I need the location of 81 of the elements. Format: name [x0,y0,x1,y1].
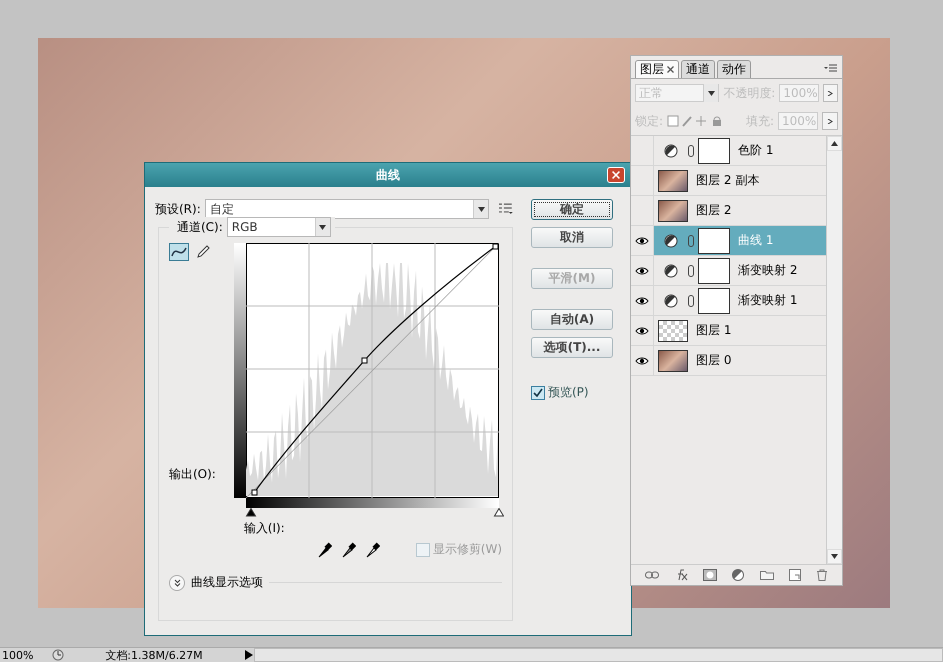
caret-icon [831,554,838,559]
photo-thumbnail [658,170,688,192]
link-icon [688,234,694,246]
close-icon [667,66,674,73]
preview-checkbox[interactable]: 预览(P) [531,384,613,401]
folder-icon[interactable] [760,570,774,580]
output-label: 输出(O): [169,466,217,483]
layer-name: 渐变映射 1 [738,292,798,309]
visibility-toggle[interactable] [631,226,654,255]
status-icon[interactable] [52,649,64,661]
caret-icon [826,119,834,124]
layer-name: 图层 1 [696,322,732,339]
dialog-button[interactable]: 确定 [531,199,613,220]
chevron-icon [174,578,180,586]
mask-thumbnail [698,288,730,314]
dialog-title: 曲线 [376,166,400,184]
channel-label: 通道(C): [177,218,223,236]
fill-button[interactable] [822,112,838,130]
dialog-button[interactable]: 选项(T)... [531,337,613,358]
trash-icon[interactable] [816,569,828,581]
close-icon [612,171,620,179]
curve-tool-button[interactable] [169,243,189,261]
scroll-down-button[interactable] [827,549,842,564]
adjustment-icon [664,144,678,158]
mask-icon[interactable] [703,569,718,581]
layer-name: 色阶 1 [738,142,774,159]
eye-icon [635,296,649,304]
display-options-label: 曲线显示选项 [191,574,263,591]
caret-icon [708,90,715,96]
photo-thumbnail [658,350,688,372]
document-size: 文档:1.38M/6.27M [105,648,203,662]
link-icon [688,144,694,156]
layer-name: 图层 2 副本 [696,172,760,189]
input-label: 输入(I): [244,521,285,535]
layer-name: 渐变映射 2 [738,262,798,279]
layer-row[interactable]: 图层 1 [631,316,826,346]
mask-thumbnail [698,228,730,254]
eye-icon [635,326,649,334]
mask-thumbnail [698,258,730,284]
panel-tab[interactable]: 图层 [635,60,679,78]
mask-thumbnail [698,138,730,164]
adjustment-icon [664,234,678,248]
expand-button[interactable] [169,574,185,590]
eyedropper-icon[interactable] [318,542,332,558]
eyedropper-icon[interactable] [342,542,356,558]
caret-icon [826,91,834,96]
new-layer-icon[interactable] [789,569,802,581]
layer-name: 曲线 1 [738,232,774,249]
channel-dropdown[interactable]: RGB [226,217,331,237]
layer-row[interactable]: 图层 0 [631,346,826,376]
caret-icon [478,206,485,212]
panel-tab[interactable]: 动作 [717,60,751,78]
preset-dropdown[interactable]: 自定 [204,199,490,219]
link-icon [688,264,694,276]
layer-name: 图层 2 [696,202,732,219]
eye-icon [635,266,649,274]
menu-icon[interactable] [499,203,513,215]
panel-tab[interactable]: 通道 [681,60,715,78]
link-layers-icon[interactable] [644,571,659,579]
eyedropper-icon[interactable] [366,542,380,558]
layer-name: 图层 0 [696,352,732,369]
transparent-thumbnail [658,320,688,342]
dialog-button[interactable]: 自动(A) [531,309,613,330]
opacity-button[interactable] [822,84,838,102]
photo-thumbnail [658,200,688,222]
checkmark-icon [533,388,543,398]
scroll-up-button[interactable] [827,136,842,151]
adjustment-icon [664,264,678,278]
caret-icon [831,141,838,146]
caret-icon [319,224,326,230]
adjustment-icon [664,294,678,308]
adjustment-layer-icon[interactable] [732,569,744,581]
preset-label: 预设(R): [155,200,201,218]
zoom-level: 100% [2,649,34,662]
link-icon [688,294,694,306]
layer-row[interactable]: 渐变映射 1 [631,286,826,316]
close-button[interactable] [607,167,625,183]
dialog-button[interactable]: 取消 [531,227,613,248]
eye-icon [635,356,649,364]
layer-row[interactable]: 渐变映射 2 [631,256,826,286]
eye-icon [635,236,649,244]
